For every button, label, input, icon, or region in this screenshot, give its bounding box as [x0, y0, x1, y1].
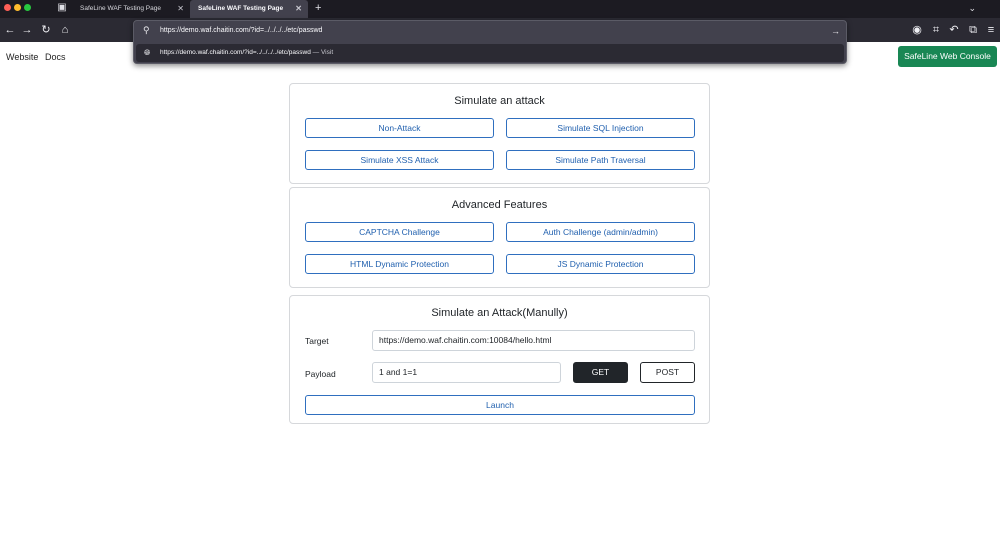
search-icon: ⚲: [143, 25, 150, 35]
address-bar-dropdown: ⚲ https://demo.waf.chaitin.com/?id=../..…: [133, 20, 847, 64]
nav-link-website[interactable]: Website: [6, 51, 38, 63]
html-dynamic-protection-button[interactable]: HTML Dynamic Protection: [305, 254, 494, 274]
menu-icon[interactable]: ≡: [984, 23, 998, 37]
reload-icon[interactable]: ↻: [39, 23, 53, 37]
manual-attack-card: Simulate an Attack(Manully) Target https…: [289, 295, 710, 424]
browser-tab-bar: ▣ SafeLine WAF Testing Page ✕ SafeLine W…: [0, 0, 1000, 18]
xss-attack-button[interactable]: Simulate XSS Attack: [305, 150, 494, 170]
browser-tab-active[interactable]: SafeLine WAF Testing Page ✕: [190, 0, 308, 18]
url-suggestion[interactable]: 🌐︎ https://demo.waf.chaitin.com/?id=../.…: [136, 44, 844, 62]
tab-close-icon[interactable]: ✕: [177, 0, 184, 18]
address-bar[interactable]: ⚲ https://demo.waf.chaitin.com/?id=../..…: [134, 21, 846, 41]
tab-title: SafeLine WAF Testing Page: [198, 5, 284, 12]
target-input[interactable]: https://demo.waf.chaitin.com:10084/hello…: [372, 330, 695, 351]
web-console-button[interactable]: SafeLine Web Console: [898, 46, 997, 67]
payload-input[interactable]: 1 and 1=1: [372, 362, 561, 383]
browser-tab[interactable]: SafeLine WAF Testing Page ✕: [72, 0, 190, 18]
advanced-features-card: Advanced Features CAPTCHA Challenge Auth…: [289, 187, 710, 288]
suggestion-text: https://demo.waf.chaitin.com/?id=../../.…: [160, 44, 333, 62]
payload-label: Payload: [305, 369, 336, 379]
suggestion-action: — Visit: [312, 49, 334, 56]
card-title: Simulate an Attack(Manully): [431, 307, 568, 319]
undo-icon[interactable]: ↶: [947, 23, 961, 37]
window-minimize-button[interactable]: [14, 4, 21, 11]
suggestion-url: https://demo.waf.chaitin.com/?id=../../.…: [160, 49, 311, 56]
get-button[interactable]: GET: [573, 362, 628, 383]
tab-title: SafeLine WAF Testing Page: [80, 5, 161, 12]
chevron-down-icon[interactable]: ⌄: [968, 0, 976, 17]
sql-injection-button[interactable]: Simulate SQL Injection: [506, 118, 695, 138]
non-attack-button[interactable]: Non-Attack: [305, 118, 494, 138]
go-arrow-icon[interactable]: →: [831, 22, 840, 40]
globe-icon: 🌐︎: [144, 48, 151, 57]
js-dynamic-protection-button[interactable]: JS Dynamic Protection: [506, 254, 695, 274]
forward-icon[interactable]: →: [20, 23, 34, 37]
url-input[interactable]: https://demo.waf.chaitin.com/?id=../../.…: [160, 21, 322, 41]
launch-button[interactable]: Launch: [305, 395, 695, 415]
target-label: Target: [305, 336, 329, 346]
auth-challenge-button[interactable]: Auth Challenge (admin/admin): [506, 222, 695, 242]
window-zoom-button[interactable]: [24, 4, 31, 11]
new-tab-button[interactable]: +: [315, 0, 321, 17]
extensions-icon[interactable]: ⧉: [966, 23, 980, 37]
account-icon[interactable]: ◉: [910, 23, 924, 37]
card-title: Simulate an attack: [454, 95, 545, 107]
window-close-button[interactable]: [4, 4, 11, 11]
card-title: Advanced Features: [451, 199, 548, 211]
home-icon[interactable]: ⌂: [58, 23, 72, 37]
crop-icon[interactable]: ⌗: [929, 23, 943, 37]
path-traversal-button[interactable]: Simulate Path Traversal: [506, 150, 695, 170]
nav-link-docs[interactable]: Docs: [45, 51, 66, 63]
simulate-attack-card: Simulate an attack Non-Attack Simulate S…: [289, 83, 710, 184]
page-content: Website Docs SafeLine Web Console Simula…: [0, 42, 1000, 544]
tab-list-icon[interactable]: ▣: [56, 2, 68, 14]
post-button[interactable]: POST: [640, 362, 695, 383]
tab-close-icon[interactable]: ✕: [295, 0, 302, 18]
captcha-challenge-button[interactable]: CAPTCHA Challenge: [305, 222, 494, 242]
back-icon[interactable]: ←: [3, 23, 17, 37]
